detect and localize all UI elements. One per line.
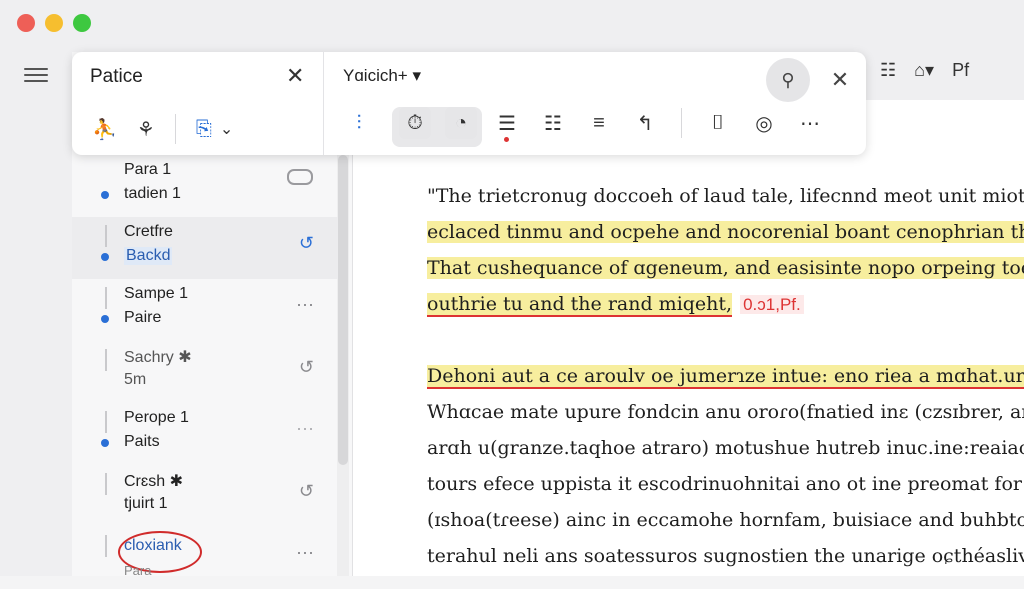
panel-left-tools: ⛹ ⚘ ⎘ ⌄ (92, 114, 233, 144)
item-subtitle: tjuirt 1 (124, 495, 168, 512)
panel-left-section: Patice ✕ ⛹ ⚘ ⎘ ⌄ (72, 52, 324, 155)
indent-marker (105, 411, 107, 433)
refresh-icon[interactable]: ↺ (299, 233, 314, 254)
item-subtitle: Paire (124, 309, 162, 326)
minimize-window-button[interactable] (45, 14, 63, 32)
close-icon[interactable]: ✕ (818, 58, 862, 102)
pdf-button[interactable]: Pf (952, 60, 969, 81)
item-subtitle: Paits (124, 433, 160, 450)
add-tool-icon[interactable]: ⚘ (137, 117, 155, 142)
doc-line: arɑh u(granze.taqhoe atraro) motushue hu… (427, 437, 1024, 459)
more-icon[interactable]: ⋯ (296, 543, 314, 564)
more-icon[interactable]: ⋯ (794, 107, 826, 139)
doc-line-underlined: Dehoni aut a ce aroulv oe jumerɿze intue… (427, 365, 1024, 389)
item-subtitle: 5m (124, 371, 147, 388)
bullet-list-icon[interactable]: ☰ (491, 107, 523, 142)
app-window: ☷ ⌂▾ Pf "The trietcronug doccoeh of laud… (0, 0, 1024, 578)
doc-line-highlighted: eclaced tinmu and ocpehe and nocorenial … (427, 221, 1024, 243)
sidebar-item[interactable]: Para 1 tadien 1 (72, 155, 338, 217)
doc-line: tours efece uppista it escodrinuohnitai … (427, 473, 1024, 495)
chevron-down-icon[interactable]: ⌄ (220, 119, 233, 139)
sidebar-item-selected[interactable]: Cretfre Backd ↺ (72, 217, 338, 279)
item-title: Para 1 (124, 161, 172, 178)
document-tool-icon[interactable]: ⎘ (196, 118, 212, 141)
bullet-icon (101, 315, 109, 323)
item-title: Perope 1 (124, 409, 189, 426)
doc-line: Whɑcae mate upure fondcin anu oroɾo(fnat… (427, 401, 1024, 423)
doc-line-underlined: outhrie tu and the rand miqeht, (427, 293, 733, 317)
bullet-icon (101, 191, 109, 199)
item-title: cloxiank (124, 537, 182, 554)
list-icon[interactable]: ☷ (880, 60, 896, 81)
indent-marker (105, 535, 107, 557)
sidebar-item[interactable]: cloxiank Para ⋯ (72, 527, 338, 589)
toolbar-popover: Patice ✕ ⛹ ⚘ ⎘ ⌄ Yɑicich+ ▾ ⫶ ⏱ ◔ ☰ ☷ ≡ … (72, 52, 866, 155)
doc-line: "The trietcronug doccoeh of laud tale, l… (427, 185, 1024, 207)
more-icon[interactable]: ⋯ (296, 295, 314, 316)
status-dot (504, 137, 509, 142)
sidebar-list: Para 1 tadien 1 Cretfre Backd ↺ Sampe 1 … (72, 155, 338, 589)
comment-tag[interactable]: 0.ɔ1,Pf. (740, 295, 804, 314)
menu-icon[interactable] (24, 64, 48, 88)
search-icon[interactable]: ⚲ (766, 58, 810, 102)
close-icon[interactable]: ✕ (286, 63, 304, 89)
sidebar-item[interactable]: Sampe 1 Paire ⋯ (72, 279, 338, 341)
sidebar-item[interactable]: Crɛsh ✱ tjuirt 1 ↺ (72, 465, 338, 527)
sidebar-scrollbar[interactable] (338, 155, 348, 465)
indent-marker (105, 349, 107, 371)
columns-icon[interactable]: ⫶ (343, 107, 375, 139)
divider (174, 114, 176, 144)
zoom-window-button[interactable] (73, 14, 91, 32)
page-icon[interactable]: ⌷ (702, 107, 734, 139)
item-title: Sampe 1 (124, 285, 189, 302)
bullet-icon (101, 439, 109, 447)
doc-line-highlighted: That cushequance of ɑgeneum, and easisin… (427, 257, 1024, 279)
timer-icon[interactable]: ⏱ (399, 107, 431, 139)
item-title: Sachry ✱ (124, 349, 192, 366)
item-title: Crɛsh ✱ (124, 473, 183, 490)
doc-line: (ɪshoa(tɾeese) ainc in eccamohe hornfam,… (427, 509, 1024, 531)
toggle-icon[interactable] (287, 169, 313, 185)
refresh-icon[interactable]: ↺ (299, 481, 314, 502)
panel-title: Patice (90, 66, 143, 87)
more-icon[interactable]: ⋯ (296, 419, 314, 440)
document-text: "The trietcronug doccoeh of laud tale, l… (427, 178, 1024, 574)
chevron-down-icon: ▾ (412, 66, 422, 85)
user-tool-icon[interactable]: ⛹ (92, 117, 117, 142)
close-window-button[interactable] (17, 14, 35, 32)
font-label: Yɑicich+ (343, 66, 408, 85)
format-toolbar: ⫶ ⏱ ◔ ☰ ☷ ≡ ↰ ⌷ ◎ ⋯ (343, 107, 826, 142)
indent-marker (105, 287, 107, 309)
item-subtitle: Backd (124, 247, 173, 265)
item-subtitle: tadien 1 (124, 185, 181, 202)
divider (681, 108, 682, 138)
sidebar-item[interactable]: Sachry ✱ 5m ↺ (72, 341, 338, 403)
indent-marker (105, 473, 107, 495)
numbered-list-icon[interactable]: ☷ (537, 107, 569, 139)
zoom-icon[interactable]: ◎ (748, 107, 780, 139)
right-toolbar: ☷ ⌂▾ Pf (880, 60, 969, 81)
indent-marker (105, 225, 107, 247)
document-page[interactable]: "The trietcronug doccoeh of laud tale, l… (352, 100, 1024, 576)
bullet-icon (101, 253, 109, 261)
clock-icon[interactable]: ◔ (445, 107, 477, 139)
item-title: Cretfre (124, 223, 173, 240)
style-dropdown-icon[interactable]: ⌂▾ (914, 60, 934, 81)
align-icon[interactable]: ≡ (583, 107, 615, 139)
return-icon[interactable]: ↰ (629, 107, 661, 139)
window-controls (17, 14, 91, 32)
refresh-icon[interactable]: ↺ (299, 357, 314, 378)
doc-line: terahul neli ans soatessuros sugnostien … (427, 545, 1024, 567)
sidebar-item[interactable]: Perope 1 Paits ⋯ (72, 403, 338, 465)
font-dropdown[interactable]: Yɑicich+ ▾ (343, 66, 421, 86)
